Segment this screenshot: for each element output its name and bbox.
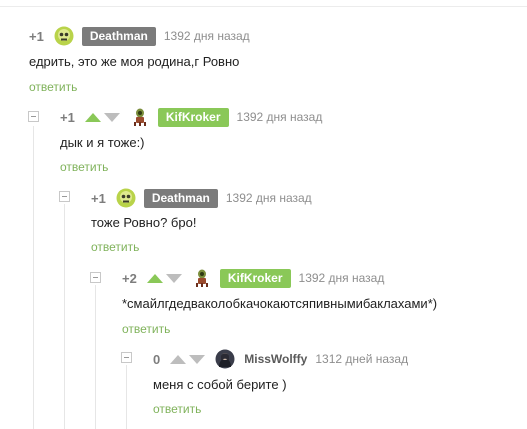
upvote-arrow-icon[interactable] — [170, 354, 187, 364]
author-nickname[interactable]: Deathman — [143, 188, 218, 208]
comment-date[interactable]: 1392 дня назад — [237, 110, 323, 124]
vote-arrows — [84, 112, 120, 122]
collapse-toggle[interactable] — [59, 191, 70, 202]
author-nickname[interactable]: MissWolffy — [244, 350, 307, 369]
comment-header: +1 Deathman 1392 дня назад — [29, 26, 250, 46]
collapse-toggle[interactable] — [121, 352, 132, 363]
avatar[interactable] — [130, 107, 150, 127]
kif-avatar-icon — [133, 108, 146, 126]
comment-text: меня с собой берите ) — [153, 377, 287, 392]
green-skull-avatar-icon — [54, 26, 74, 46]
avatar[interactable] — [116, 188, 136, 208]
vote-arrows — [170, 354, 206, 364]
comment-date[interactable]: 1392 дня назад — [299, 271, 385, 285]
upvote-arrow-icon[interactable] — [146, 273, 163, 283]
comment-date[interactable]: 1392 дня назад — [164, 29, 250, 43]
rating-value: +2 — [122, 270, 137, 286]
reply-link[interactable]: ответить — [60, 160, 108, 174]
rating-value: +1 — [29, 28, 44, 44]
thread-line — [33, 126, 34, 429]
kif-avatar-icon — [195, 269, 208, 287]
reply-link[interactable]: ответить — [122, 322, 170, 336]
avatar[interactable] — [54, 26, 74, 46]
comment-text: *смайлгдедваколобкачокаютсяпивнымибаклах… — [122, 296, 438, 311]
collapse-toggle[interactable] — [28, 111, 39, 122]
downvote-arrow-icon[interactable] — [165, 273, 182, 283]
rating-value: +1 — [60, 109, 75, 125]
comment-header: +1 KifKroker 1392 дня назад — [60, 107, 322, 127]
top-divider — [0, 6, 527, 7]
author-nickname[interactable]: KifKroker — [157, 107, 229, 127]
collapse-toggle[interactable] — [90, 272, 101, 283]
avatar[interactable] — [192, 268, 212, 288]
author-nickname[interactable]: Deathman — [81, 26, 156, 46]
thread-line — [64, 204, 65, 429]
downvote-arrow-icon[interactable] — [189, 354, 206, 364]
comment-header: 0 MissWolffy 1312 дней назад — [153, 349, 408, 369]
avatar[interactable] — [215, 349, 235, 369]
rating-value: +1 — [91, 190, 106, 206]
upvote-arrow-icon[interactable] — [84, 112, 101, 122]
thread-line — [95, 285, 96, 429]
green-skull-avatar-icon — [116, 188, 136, 208]
reply-link[interactable]: ответить — [29, 80, 77, 94]
comment-date[interactable]: 1312 дней назад — [315, 352, 408, 366]
comment-header: +2 KifKroker 1392 дня назад — [122, 268, 384, 288]
reply-link[interactable]: ответить — [91, 240, 139, 254]
vote-arrows — [146, 273, 182, 283]
comment-date[interactable]: 1392 дня назад — [226, 191, 312, 205]
author-nickname[interactable]: KifKroker — [219, 268, 291, 288]
comment-text: тоже Ровно? бро! — [91, 215, 197, 230]
thread-line — [126, 365, 127, 429]
reply-link[interactable]: ответить — [153, 402, 201, 416]
downvote-arrow-icon[interactable] — [103, 112, 120, 122]
comment-text: дык и я тоже:) — [60, 135, 145, 150]
rating-value: 0 — [153, 351, 161, 367]
comment-text: едрить, это же моя родина,г Ровно — [29, 54, 240, 69]
dark-portrait-avatar-icon — [215, 349, 235, 369]
comment-header: +1 Deathman 1392 дня назад — [91, 188, 312, 208]
